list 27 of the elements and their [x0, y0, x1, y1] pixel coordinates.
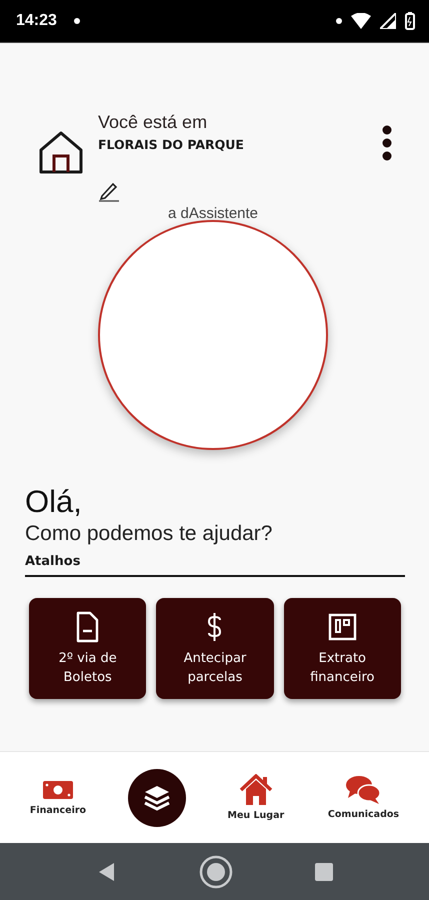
- house-icon: [238, 774, 273, 806]
- home-button-icon[interactable]: [198, 854, 232, 888]
- location-name: FLORAIS DO PARQUE: [98, 137, 245, 152]
- battery-icon: [405, 12, 415, 30]
- more-options-icon[interactable]: [381, 125, 393, 161]
- nav-tab[interactable]: Meu Lugar: [225, 772, 286, 823]
- banknote-icon: [42, 779, 74, 801]
- notification-dot-icon: [74, 18, 80, 24]
- back-icon[interactable]: [96, 862, 116, 882]
- shortcut-button[interactable]: Extrato financeiro: [284, 598, 401, 699]
- recents-icon[interactable]: [314, 862, 332, 880]
- assistant-label: a dAssistente: [168, 205, 258, 222]
- house-icon: [38, 130, 84, 176]
- pencil-icon[interactable]: [98, 180, 120, 202]
- greeting-title: Olá,: [25, 484, 83, 520]
- wifi-icon: [351, 13, 371, 29]
- section-title: Atalhos: [25, 554, 82, 569]
- greeting-subtitle: Como podemos te ajudar?: [25, 522, 274, 546]
- status-time: 14:23: [16, 12, 57, 30]
- shortcut-button[interactable]: Antecipar parcelas: [156, 598, 274, 699]
- nav-tab[interactable]: Comunicados: [326, 773, 402, 822]
- notification-dot-icon: [336, 18, 342, 24]
- location-label: Você está em: [98, 112, 208, 133]
- shortcut-button[interactable]: 2º via de Boletos: [29, 598, 146, 699]
- chat-bubbles-icon: [345, 775, 382, 805]
- signal-icon: [380, 13, 396, 29]
- nav-tab[interactable]: Financeiro: [28, 777, 88, 818]
